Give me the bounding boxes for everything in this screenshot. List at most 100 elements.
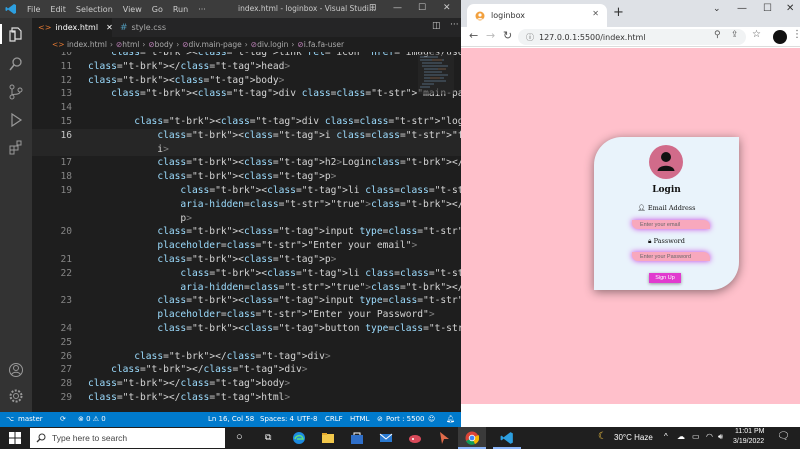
minimize-icon[interactable]: — <box>737 3 747 14</box>
code-line[interactable]: 16 class="t-brk"><class="t-tag">i class=… <box>32 128 461 143</box>
more-actions-icon[interactable]: ··· <box>450 20 459 30</box>
onedrive-icon[interactable]: ☁︎ <box>677 432 685 441</box>
problems-count[interactable]: ⊗ 0 ⚠ 0 <box>78 415 106 423</box>
split-editor-icon[interactable]: ◫ <box>432 21 441 31</box>
code-line[interactable]: 22 class="t-brk"><class="t-tag">li class… <box>32 267 461 281</box>
taskbar-search-box[interactable]: Type here to search <box>30 428 225 448</box>
code-line[interactable]: 21 class="t-brk"><class="t-tag">p> <box>32 253 461 267</box>
code-line[interactable]: 19 class="t-brk"><class="t-tag">li class… <box>32 184 461 198</box>
code-line[interactable]: i> <box>32 142 461 157</box>
code-line[interactable]: aria-hidden=class="t-str">"true">class="… <box>32 198 461 212</box>
maximize-icon[interactable]: ☐ <box>763 3 772 14</box>
zoom-icon[interactable]: ⚲ <box>714 30 721 40</box>
menu-run[interactable]: Run <box>168 5 193 14</box>
code-line[interactable]: 13 class="t-brk"><class="t-tag">div clas… <box>32 87 461 101</box>
show-hidden-icons-chevron-icon[interactable]: ^ <box>664 432 668 441</box>
cursor-position[interactable]: Ln 16, Col 58 <box>208 415 254 423</box>
code-line[interactable]: 20 class="t-brk"><class="t-tag">input ty… <box>32 225 461 239</box>
reload-icon[interactable]: ↻ <box>503 29 512 42</box>
code-editor[interactable]: 10 class="t-brk"><class="t-tag">link rel… <box>32 52 461 412</box>
profile-avatar[interactable] <box>773 30 787 44</box>
minimize-icon[interactable]: — <box>393 3 402 13</box>
back-arrow-icon[interactable]: ← <box>469 29 478 42</box>
close-icon[interactable]: ✕ <box>443 3 451 13</box>
menu-edit[interactable]: Edit <box>45 5 71 14</box>
close-icon[interactable]: ✕ <box>786 3 794 14</box>
battery-icon[interactable]: ▭ <box>692 432 700 441</box>
layout-icon[interactable]: ⊞ <box>369 3 377 13</box>
chrome-taskbar-button[interactable] <box>458 427 486 449</box>
tab-style-css[interactable]: # style.css <box>114 18 184 37</box>
breadcrumb-item[interactable]: index.html <box>67 40 107 49</box>
weather-moon-icon[interactable]: ☾ <box>598 431 607 442</box>
new-tab-plus-icon[interactable]: + <box>613 5 624 20</box>
breadcrumb-item[interactable]: html <box>122 40 139 49</box>
code-line[interactable]: placeholder=class="t-str">"Enter your Pa… <box>32 308 461 322</box>
settings-gear-icon[interactable] <box>8 388 24 404</box>
game-app-icon[interactable] <box>408 431 422 445</box>
tab-search-chevron-icon[interactable]: ⌄ <box>713 4 721 14</box>
code-line[interactable]: aria-hidden=class="t-str">"true">class="… <box>32 281 461 295</box>
chrome-menu-icon[interactable]: ⋮ <box>792 29 800 40</box>
clock-date[interactable]: 3/19/2022 <box>733 438 764 445</box>
feedback-icon[interactable]: ☺ <box>428 415 435 423</box>
minimap[interactable] <box>418 54 454 94</box>
code-line[interactable]: 25 <box>32 336 461 350</box>
live-server-port[interactable]: Port : 5500 <box>386 415 425 423</box>
browser-tab[interactable]: loginbox ✕ <box>467 4 607 27</box>
explorer-icon[interactable] <box>8 26 24 42</box>
code-line[interactable]: 28 class="t-brk"></class="t-tag">body> <box>32 377 461 391</box>
code-line[interactable]: 10 class="t-brk"><class="t-tag">link rel… <box>32 52 461 60</box>
code-line[interactable]: 29 class="t-brk"></class="t-tag">html> <box>32 391 461 405</box>
password-input[interactable] <box>632 252 710 261</box>
info-icon[interactable]: ⓘ <box>526 32 534 43</box>
notification-center-icon[interactable]: 🗨︎ <box>777 431 790 442</box>
share-icon[interactable]: ⇪ <box>731 30 739 40</box>
search-icon[interactable] <box>8 56 24 72</box>
code-line[interactable]: 17 class="t-brk"><class="t-tag">h2>Login… <box>32 156 461 170</box>
sign-up-button[interactable]: Sign Up <box>649 273 681 283</box>
code-line[interactable]: 27 class="t-brk"></class="t-tag">div> <box>32 363 461 377</box>
code-line[interactable]: 26 class="t-brk"></class="t-tag">div> <box>32 350 461 364</box>
language-mode[interactable]: HTML <box>350 415 369 423</box>
notifications-icon[interactable]: 🔔︎ <box>446 415 455 423</box>
code-line[interactable]: 15 class="t-brk"><class="t-tag">div clas… <box>32 115 461 129</box>
address-bar[interactable]: ⓘ 127.0.0.1:5500/index.html <box>518 29 746 45</box>
breadcrumb-item[interactable]: div.main-page <box>189 40 242 49</box>
menu-file[interactable]: File <box>22 5 45 14</box>
vscode-taskbar-button[interactable] <box>493 427 521 449</box>
task-view-icon[interactable]: ⧉ <box>265 432 271 443</box>
extensions-icon[interactable] <box>8 140 24 156</box>
menu-more[interactable]: ··· <box>193 5 211 14</box>
forward-arrow-icon[interactable]: → <box>486 29 495 42</box>
bookmark-star-icon[interactable]: ☆ <box>752 29 761 40</box>
clock-time[interactable]: 11:01 PM <box>735 428 764 435</box>
code-line[interactable]: placeholder=class="t-str">"Enter your em… <box>32 239 461 253</box>
code-line[interactable]: 12 class="t-brk"><class="t-tag">body> <box>32 74 461 88</box>
code-line[interactable]: 24 class="t-brk"><class="t-tag">button t… <box>32 322 461 336</box>
account-icon[interactable] <box>8 362 24 378</box>
menu-go[interactable]: Go <box>147 5 168 14</box>
breadcrumb-item[interactable]: body <box>155 40 174 49</box>
weather-text[interactable]: 30°C Haze <box>614 433 653 442</box>
close-tab-icon[interactable]: ✕ <box>592 9 599 18</box>
code-line[interactable]: 11 class="t-brk"></class="t-tag">head> <box>32 60 461 74</box>
close-tab-icon[interactable]: ✕ <box>106 23 113 32</box>
windows-start-icon[interactable] <box>9 432 21 444</box>
mail-icon[interactable] <box>379 431 393 445</box>
email-input[interactable] <box>632 220 710 229</box>
volume-icon[interactable]: 🔊︎ <box>718 432 723 442</box>
indentation[interactable]: Spaces: 4 <box>260 415 294 423</box>
edge-icon[interactable] <box>292 431 306 445</box>
menu-selection[interactable]: Selection <box>71 5 118 14</box>
menu-view[interactable]: View <box>118 5 147 14</box>
file-explorer-icon[interactable] <box>321 431 335 445</box>
breadcrumb-item[interactable]: div.login <box>257 40 288 49</box>
store-icon[interactable] <box>350 431 364 445</box>
code-line[interactable]: 14 <box>32 101 461 115</box>
breadcrumb-item[interactable]: i.fa.fa-user <box>304 40 344 49</box>
cursor-app-icon[interactable] <box>437 431 451 445</box>
remote-icon[interactable]: ⌥ <box>6 415 14 423</box>
code-line[interactable]: p> <box>32 212 461 226</box>
maximize-icon[interactable]: ☐ <box>418 3 426 13</box>
